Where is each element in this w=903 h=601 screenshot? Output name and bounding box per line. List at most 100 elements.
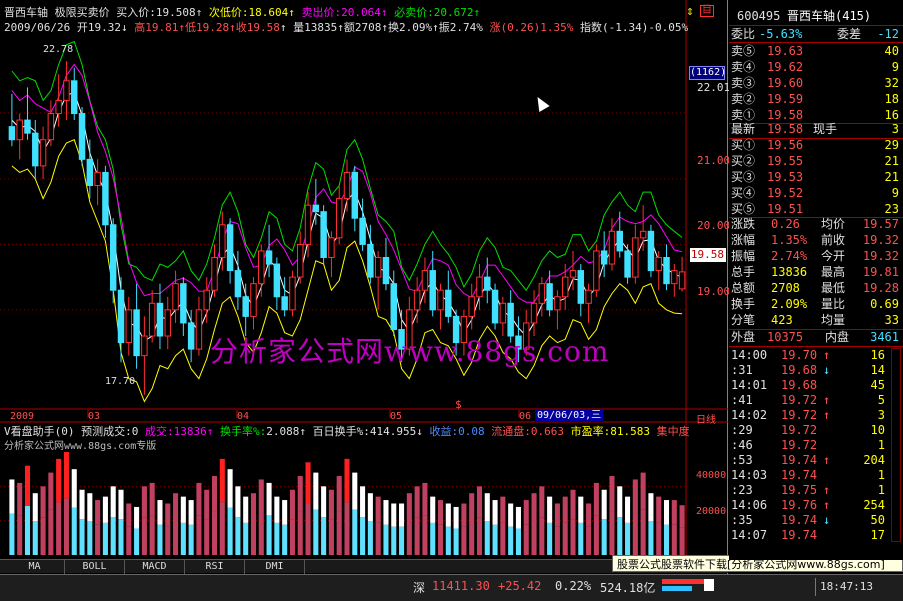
tick-row: :29 19.72 10	[729, 422, 903, 438]
tab-macd[interactable]: MACD	[125, 560, 185, 574]
volume-bar-lower	[87, 521, 93, 555]
volume-bar-lower	[297, 511, 303, 555]
ask-price: 19.62	[767, 60, 804, 74]
bid-row-2[interactable]: 买② 19.55 21	[729, 153, 903, 169]
volume-bar-lower	[492, 524, 498, 555]
tab-ma[interactable]: MA	[5, 560, 65, 574]
stock-name: 晋西车轴	[4, 6, 48, 19]
stat-value-2: 19.32	[862, 249, 899, 263]
bid-price: 19.56	[767, 138, 804, 152]
tick-time: 14:07	[731, 528, 768, 542]
stat-label-2: 前收	[821, 233, 846, 247]
candle-body	[156, 302, 164, 337]
window-toggle-icon[interactable]: 目	[700, 5, 714, 17]
ask-row-2[interactable]: 卖② 19.59 18	[729, 91, 903, 107]
price-axis-19: 19.00	[697, 285, 731, 298]
ask-row-3[interactable]: 卖③ 19.60 32	[729, 75, 903, 91]
bid-volume: 21	[884, 154, 899, 168]
stat-label: 总手	[731, 265, 756, 279]
bid-volume: 9	[891, 186, 899, 200]
candle-body	[585, 289, 592, 304]
candle-body	[32, 132, 39, 167]
volume-bar-upper	[547, 496, 553, 523]
volume-bar-upper	[430, 496, 436, 523]
volume-bar-lower	[640, 509, 646, 555]
volume-bar-lower	[258, 513, 264, 555]
volume-bar-lower	[461, 526, 467, 555]
ask-row-5[interactable]: 卖⑤ 19.63 40	[729, 43, 903, 59]
bar-change: 涨(0.26)1.35%	[489, 21, 574, 34]
tick-direction: ↑	[823, 483, 831, 497]
stat-row: 分笔 423 均量 33	[729, 312, 903, 328]
volume-bar-upper	[134, 506, 140, 529]
volume-bar-upper	[173, 493, 179, 522]
candle-body	[8, 126, 16, 141]
tab-dmi[interactable]: DMI	[245, 560, 305, 574]
tab-boll[interactable]: BOLL	[65, 560, 125, 574]
indicator-title: V看盘助手(0) 预测成交:0 成交:13836↑ 换手率%:2.088↑ 百日…	[4, 425, 690, 438]
ask-label: 卖⑤	[731, 44, 756, 58]
stat-value-2: 19.57	[862, 217, 899, 231]
candle-body	[351, 171, 359, 219]
order-ratio-row: 委比 -5.63% 委差 -12	[729, 26, 903, 42]
volume-bar-lower	[453, 528, 459, 555]
candle-body	[148, 302, 156, 337]
bid-label: 买③	[731, 170, 756, 184]
month-05: 05	[390, 411, 403, 422]
tab-rsi[interactable]: RSI	[185, 560, 245, 574]
candle-body	[421, 270, 429, 291]
period-label[interactable]: 日线	[696, 411, 716, 426]
bid-row-4[interactable]: 买④ 19.52 9	[729, 185, 903, 201]
sub-low-label: 次低价:	[208, 6, 249, 19]
candle-body	[476, 276, 483, 298]
bar-date: 2009/06/26	[4, 21, 71, 34]
bid-row-1[interactable]: 买① 19.56 29	[729, 137, 903, 153]
stat-value-2: 19.28	[862, 281, 899, 295]
candle-body	[382, 256, 390, 285]
candle-body	[71, 80, 78, 115]
volume-bar-lower	[601, 519, 607, 555]
stat-row: 涨跌 0.26 均价 19.57	[729, 216, 903, 232]
volume-bar-upper	[679, 505, 685, 528]
volume-bar-lower	[219, 502, 225, 555]
quote-header[interactable]: 600495 晋西车轴(415)	[729, 8, 903, 24]
month-04: 04	[237, 411, 250, 422]
volume-bar-lower	[48, 509, 54, 555]
stat-value: 2.74%	[771, 249, 808, 263]
volume-bar-upper	[422, 482, 428, 516]
move-arrows-icon[interactable]: ⇕	[686, 4, 694, 19]
candle-body	[647, 230, 655, 272]
tick-row: 14:07 19.74 17	[729, 527, 903, 543]
candle-body	[258, 250, 265, 285]
candle-body	[63, 80, 70, 101]
stat-value-2: 19.81	[862, 265, 899, 279]
volume-bar-lower	[305, 504, 311, 555]
volume-bar-upper	[570, 489, 576, 520]
volume-bar-upper	[227, 469, 233, 508]
volume-bar-lower	[352, 509, 358, 555]
price-axis-22: 22.01	[697, 81, 731, 94]
bid-volume: 29	[884, 138, 899, 152]
tick-price: 19.76	[781, 498, 818, 512]
volume-bar-lower	[243, 522, 249, 555]
ask-volume: 9	[891, 60, 899, 74]
volume-bar-lower	[134, 528, 140, 555]
tick-row: 14:03 19.74 1	[729, 467, 903, 483]
tick-row: :23 19.75 ↑ 1	[729, 482, 903, 498]
bid-row-3[interactable]: 买③ 19.53 21	[729, 169, 903, 185]
bid-price: 19.53	[767, 170, 804, 184]
tick-scrollbar[interactable]	[891, 348, 901, 542]
volume-bar-upper	[24, 465, 31, 506]
volume-bar-upper	[399, 503, 405, 527]
kline-chart[interactable]	[0, 0, 728, 575]
tick-time: :23	[731, 483, 753, 497]
bid-row-5[interactable]: 买⑤ 19.51 23	[729, 201, 903, 217]
indicator-name[interactable]: V看盘助手(0)	[4, 425, 75, 438]
volume-bar-upper	[165, 503, 171, 527]
tick-price: 19.72	[781, 423, 818, 437]
volume-bar-lower	[196, 515, 202, 555]
sell-label: 卖出价:	[301, 6, 342, 19]
must-sell-value: 20.672	[433, 6, 474, 19]
candle-body	[678, 271, 686, 290]
ask-row-4[interactable]: 卖④ 19.62 9	[729, 59, 903, 75]
